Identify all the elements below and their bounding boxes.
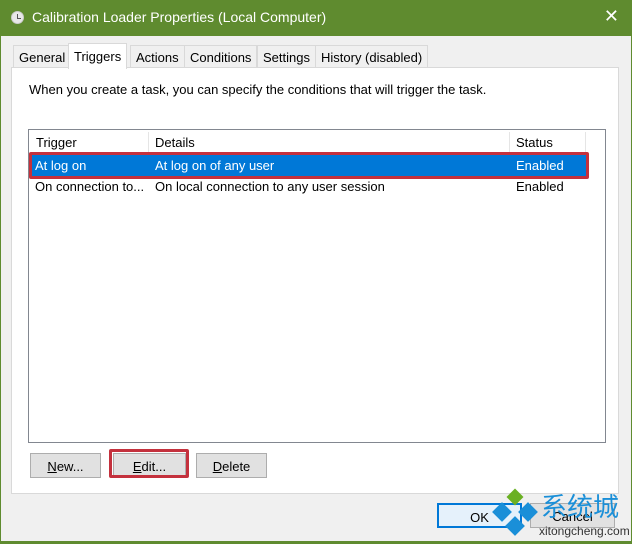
properties-dialog: Calibration Loader Properties (Local Com… [1, 0, 631, 541]
triggers-list[interactable]: Trigger Details Status At log on At log … [28, 129, 606, 443]
mnemonic: N [47, 459, 57, 474]
triggers-panel: When you create a task, you can specify … [11, 67, 619, 494]
window-title: Calibration Loader Properties (Local Com… [32, 9, 327, 25]
delete-button[interactable]: Delete [196, 453, 267, 478]
table-row[interactable]: On connection to... On local connection … [30, 176, 588, 197]
close-button[interactable]: ✕ [604, 6, 619, 27]
new-button[interactable]: New... [30, 453, 101, 478]
watermark-logo: 系统城 xitongcheng.com [491, 481, 631, 541]
intro-text: When you create a task, you can specify … [29, 82, 487, 97]
cell-status: Enabled [516, 179, 564, 194]
cell-trigger: On connection to... [35, 179, 145, 194]
column-header-status[interactable]: Status [510, 132, 586, 154]
column-header-trigger[interactable]: Trigger [30, 132, 149, 154]
tab-triggers[interactable]: Triggers [68, 43, 128, 69]
tab-conditions[interactable]: Conditions [184, 45, 258, 68]
tab-general[interactable]: General [13, 45, 72, 68]
label: ew... [56, 459, 84, 474]
mnemonic: D [212, 459, 223, 474]
cell-details: On local connection to any user session [155, 179, 385, 194]
watermark-url: xitongcheng.com [539, 524, 630, 538]
highlight-box [109, 449, 189, 478]
tab-settings[interactable]: Settings [257, 45, 316, 68]
title-bar: Calibration Loader Properties (Local Com… [1, 0, 631, 36]
label: elete [222, 459, 251, 474]
highlight-box [29, 152, 589, 179]
column-header-details[interactable]: Details [149, 132, 510, 154]
watermark-text: 系统城 [541, 493, 620, 523]
clock-icon [11, 11, 24, 24]
tab-actions[interactable]: Actions [130, 45, 185, 68]
tab-history[interactable]: History (disabled) [315, 45, 429, 68]
